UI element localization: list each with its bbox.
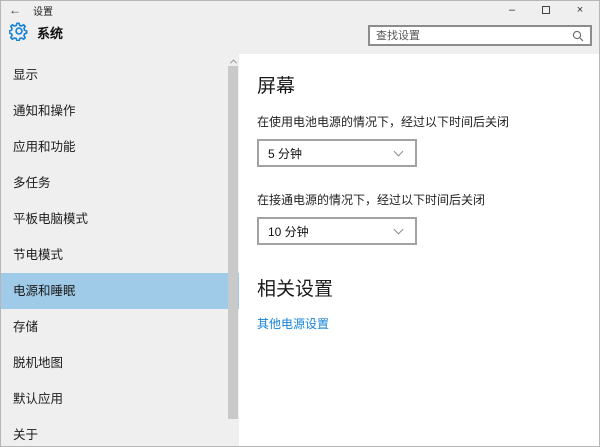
page-title: 系统 [37,26,64,41]
maximize-button[interactable] [529,1,563,19]
content-pane: 屏幕 在使用电池电源的情况下，经过以下时间后关闭 5 分钟 在接通电源的情况下，… [239,54,599,446]
back-arrow-icon: ← [9,3,21,17]
back-button[interactable]: ← [1,1,29,19]
minimize-icon: – [508,4,516,16]
maximize-icon [542,6,550,14]
sidebar-list: 显示 通知和操作 应用和功能 多任务 平板电脑模式 节电模式 电源和睡眠 存储 … [1,54,239,446]
sidebar-item-battery-saver[interactable]: 节电模式 [1,237,239,273]
sidebar-item-tablet-mode[interactable]: 平板电脑模式 [1,201,239,237]
settings-window: ← 设置 – × 系统 查找设置 显示 通知和操作 应用和功能 多任务 平板电脑… [0,0,600,447]
sidebar-item-multitasking[interactable]: 多任务 [1,165,239,201]
sidebar-item-storage[interactable]: 存储 [1,309,239,345]
battery-timeout-dropdown[interactable]: 5 分钟 [257,139,417,167]
gear-icon [8,21,29,42]
window-controls: – × [495,1,597,19]
sidebar-item-display[interactable]: 显示 [1,57,239,93]
body: 显示 通知和操作 应用和功能 多任务 平板电脑模式 节电模式 电源和睡眠 存储 … [1,54,599,446]
search-box [368,25,592,46]
related-settings-heading: 相关设置 [257,279,334,300]
battery-timeout-label: 在使用电池电源的情况下，经过以下时间后关闭 [257,115,510,129]
close-button[interactable]: × [563,1,597,19]
plugged-timeout-value: 10 分钟 [268,224,309,239]
search-input[interactable] [370,29,571,42]
search-icon[interactable] [571,29,587,43]
close-icon: × [576,4,584,16]
sidebar-scrollbar[interactable] [228,54,238,446]
sidebar-item-offline-maps[interactable]: 脱机地图 [1,345,239,381]
sidebar-item-notifications[interactable]: 通知和操作 [1,93,239,129]
sidebar-item-about[interactable]: 关于 [1,417,239,446]
sidebar-item-apps-features[interactable]: 应用和功能 [1,129,239,165]
plugged-timeout-label: 在接通电源的情况下，经过以下时间后关闭 [257,193,486,207]
battery-timeout-value: 5 分钟 [268,146,303,161]
chevron-down-icon [393,224,404,235]
minimize-button[interactable]: – [495,1,529,19]
window-title: 设置 [33,6,53,18]
header: 系统 [1,19,599,54]
chevron-down-icon [393,146,404,157]
title-bar: ← 设置 – × [1,1,599,19]
scroll-up-arrow-icon[interactable] [229,57,237,66]
sidebar-item-default-apps[interactable]: 默认应用 [1,381,239,417]
plugged-timeout-dropdown[interactable]: 10 分钟 [257,217,417,245]
screen-heading: 屏幕 [257,76,296,97]
sidebar-item-power-sleep[interactable]: 电源和睡眠 [1,273,239,309]
scrollbar-thumb[interactable] [228,66,238,419]
sidebar: 显示 通知和操作 应用和功能 多任务 平板电脑模式 节电模式 电源和睡眠 存储 … [1,54,239,446]
additional-power-settings-link[interactable]: 其他电源设置 [257,315,329,332]
